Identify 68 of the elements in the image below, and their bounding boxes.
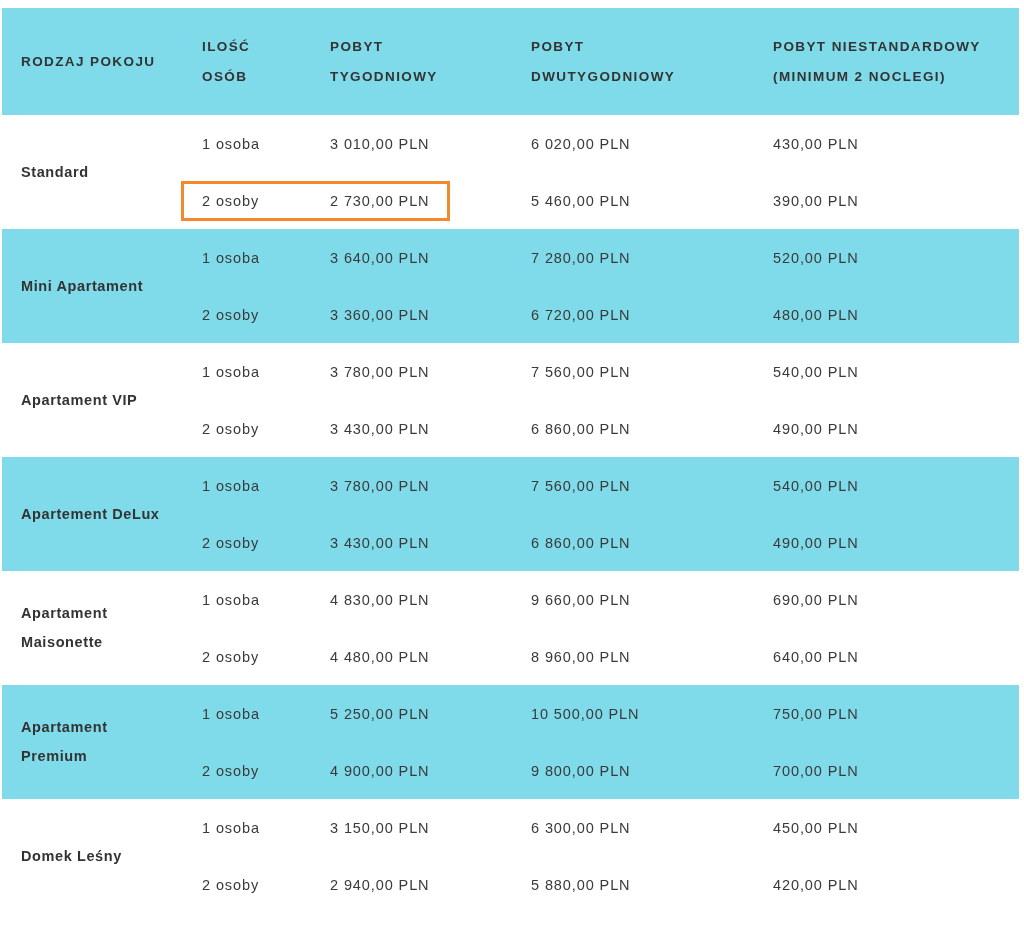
- persons-cell-text: 1 osoba: [202, 819, 261, 836]
- price-cell-text: 430,00 PLN: [773, 135, 860, 152]
- price-cell-text: 480,00 PLN: [773, 306, 860, 323]
- price-cell-text: 9 800,00 PLN: [531, 762, 632, 779]
- room-name: Standard: [20, 162, 90, 182]
- room-name: Apartement DeLux: [20, 504, 161, 524]
- price-cell-text: 3 430,00 PLN: [330, 534, 431, 551]
- column-heading: RODZAJ POKOJU: [20, 52, 157, 71]
- price-cell-text: 5 880,00 PLN: [531, 876, 632, 893]
- price-cell-text: 390,00 PLN: [773, 192, 860, 209]
- persons-cell-text: 2 osoby: [202, 876, 261, 893]
- price-cell-text: 6 020,00 PLN: [531, 135, 632, 152]
- persons-cell-text: 2 osoby: [202, 762, 261, 779]
- price-cell-text: 3 010,00 PLN: [330, 135, 431, 152]
- price-cell-text: 6 300,00 PLN: [531, 819, 632, 836]
- price-cell-text: 6 720,00 PLN: [531, 306, 632, 323]
- price-cell-text: 7 560,00 PLN: [531, 363, 632, 380]
- price-cell-text: 7 280,00 PLN: [531, 249, 632, 266]
- price-cell-text: 6 860,00 PLN: [531, 534, 632, 551]
- price-cell-text: 6 860,00 PLN: [531, 420, 632, 437]
- price-cell-text: 700,00 PLN: [773, 762, 860, 779]
- persons-cell-text: 2 osoby: [202, 420, 261, 437]
- price-cell-text: 9 660,00 PLN: [531, 591, 632, 608]
- persons-cell-text: 1 osoba: [202, 249, 261, 266]
- price-cell-text: 10 500,00 PLN: [531, 705, 641, 722]
- price-cell-text: 540,00 PLN: [773, 363, 860, 380]
- column-heading: POBYT TYGODNIOWY: [330, 37, 439, 86]
- price-cell-text: 690,00 PLN: [773, 591, 860, 608]
- persons-cell-text: 1 osoba: [202, 363, 261, 380]
- persons-cell-text: 1 osoba: [202, 135, 261, 152]
- price-cell-text: 3 780,00 PLN: [330, 477, 431, 494]
- price-cell-text: 3 360,00 PLN: [330, 306, 431, 323]
- persons-cell-text: 1 osoba: [202, 705, 261, 722]
- price-cell-text: 2 940,00 PLN: [330, 876, 431, 893]
- room-name: Mini Apartament: [20, 276, 145, 296]
- price-cell-text: 4 480,00 PLN: [330, 648, 431, 665]
- price-cell-text: 8 960,00 PLN: [531, 648, 632, 665]
- persons-cell-text: 1 osoba: [202, 477, 261, 494]
- column-heading: POBYT NIESTANDARDOWY (MINIMUM 2 NOCLEGI): [773, 37, 982, 86]
- price-cell-text: 2 730,00 PLN: [330, 192, 431, 209]
- price-cell-text: 520,00 PLN: [773, 249, 860, 266]
- price-cell-text: 450,00 PLN: [773, 819, 860, 836]
- column-heading: ILOŚĆ OSÓB: [202, 37, 252, 86]
- price-cell-text: 540,00 PLN: [773, 477, 860, 494]
- room-name: Apartament VIP: [20, 390, 139, 410]
- persons-cell-text: 1 osoba: [202, 591, 261, 608]
- room-name: Apartament Maisonette: [20, 604, 109, 652]
- price-cell-text: 4 830,00 PLN: [330, 591, 431, 608]
- price-cell-text: 490,00 PLN: [773, 534, 860, 551]
- price-cell-text: 5 250,00 PLN: [330, 705, 431, 722]
- price-cell-text: 5 460,00 PLN: [531, 192, 632, 209]
- price-cell-text: 640,00 PLN: [773, 648, 860, 665]
- price-cell-text: 7 560,00 PLN: [531, 477, 632, 494]
- price-cell-text: 3 430,00 PLN: [330, 420, 431, 437]
- price-cell-text: 4 900,00 PLN: [330, 762, 431, 779]
- price-cell-text: 3 150,00 PLN: [330, 819, 431, 836]
- room-name: Apartament Premium: [20, 718, 109, 766]
- column-heading: POBYT DWUTYGODNIOWY: [531, 37, 677, 86]
- persons-cell-text: 2 osoby: [202, 648, 261, 665]
- persons-cell-text: 2 osoby: [202, 534, 261, 551]
- price-cell-text: 3 640,00 PLN: [330, 249, 431, 266]
- price-cell-text: 3 780,00 PLN: [330, 363, 431, 380]
- price-cell-text: 750,00 PLN: [773, 705, 860, 722]
- persons-cell-text: 2 osoby: [202, 192, 261, 209]
- price-cell-text: 490,00 PLN: [773, 420, 860, 437]
- persons-cell-text: 2 osoby: [202, 306, 261, 323]
- room-name: Domek Leśny: [20, 846, 123, 866]
- price-cell-text: 420,00 PLN: [773, 876, 860, 893]
